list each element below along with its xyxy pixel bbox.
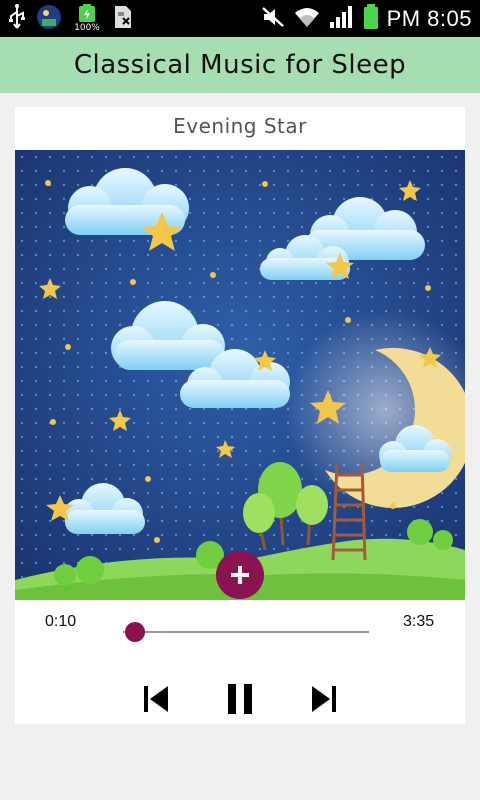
pause-button[interactable] [218,677,262,721]
app-notification-icon [36,4,62,34]
previous-icon [144,686,168,712]
total-duration: 3:35 [403,613,435,630]
seek-thumb[interactable] [124,622,145,642]
signal-icon [329,5,355,33]
usb-icon [8,4,26,34]
app-title: Classical Music for Sleep [73,50,407,80]
elapsed-time: 0:10 [45,613,77,630]
sim-alert-icon [112,4,134,34]
track-title: Evening Star [173,114,307,138]
album-art [15,150,465,600]
night-sky-illustration [15,150,465,600]
seek-bar[interactable] [123,631,369,633]
wifi-icon [293,5,321,33]
previous-button[interactable] [134,677,178,721]
add-to-playlist-button[interactable] [216,551,264,599]
battery-full-icon: 100% [72,4,102,34]
mute-icon [261,5,285,33]
app-bar: Classical Music for Sleep [0,37,480,93]
pause-icon [228,684,252,714]
status-time: PM 8:05 [386,6,472,31]
battery-icon [363,4,379,34]
next-icon [312,686,336,712]
player-card: Evening Star 0:10 3:35 [15,107,465,724]
battery-percent: 100% [74,23,100,33]
next-button[interactable] [302,677,346,721]
status-bar: 100% PM 8:05 [0,0,480,37]
plus-icon [231,566,249,584]
